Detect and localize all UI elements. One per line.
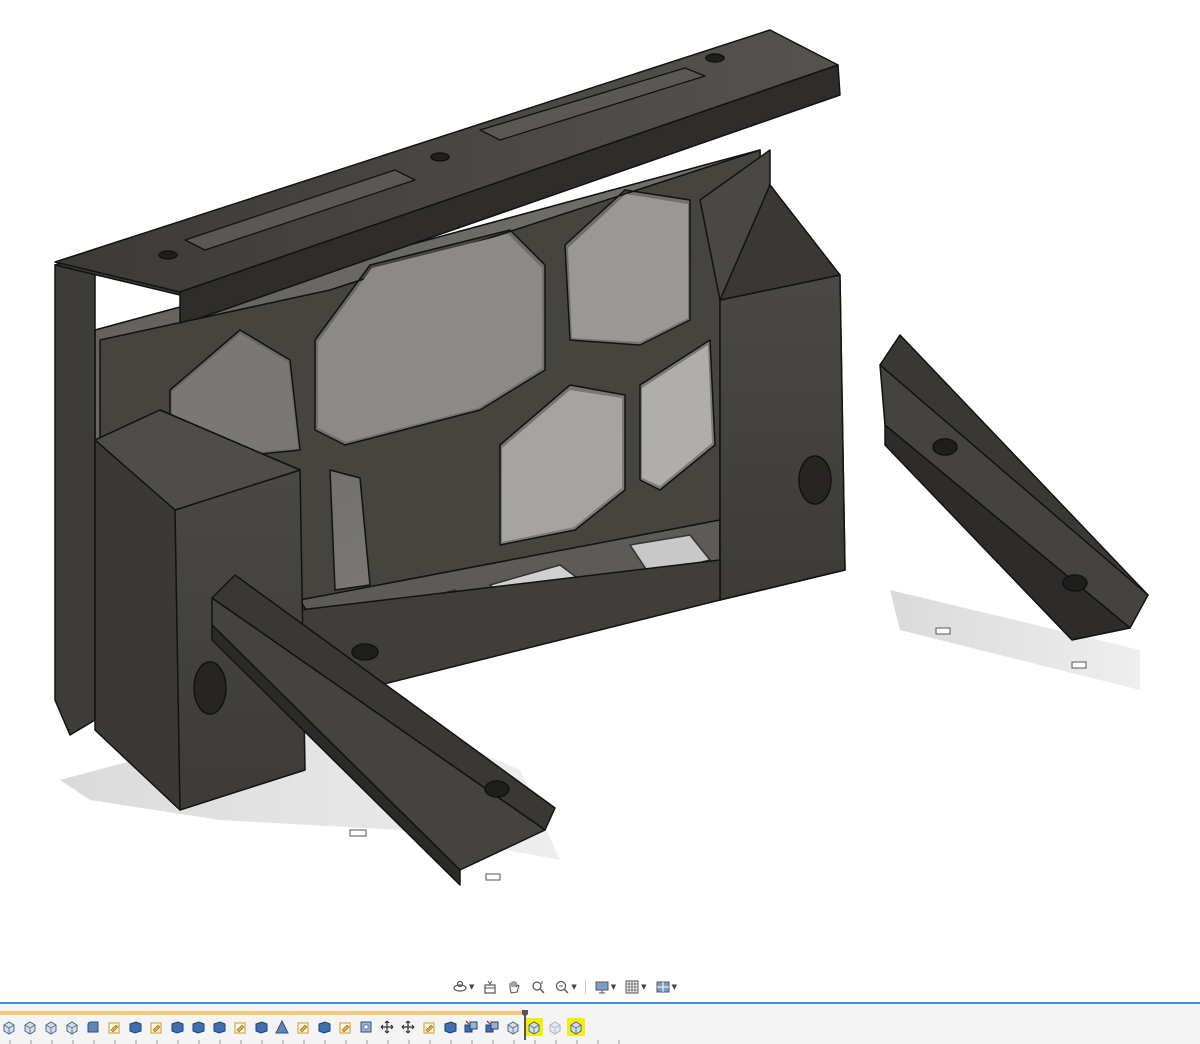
body-icon <box>192 1021 205 1034</box>
extrude-icon <box>45 1021 57 1035</box>
timeline-feature-body[interactable] <box>252 1018 270 1036</box>
sketch-icon <box>339 1022 351 1034</box>
model-canvas[interactable] <box>0 0 1200 970</box>
extrude-icon <box>3 1021 15 1035</box>
move-icon <box>380 1020 394 1034</box>
navigation-bar: ▼ ▼ ▼ ▼ ▼ <box>450 976 679 998</box>
timeline-feature-move[interactable] <box>378 1018 396 1036</box>
grid-icon <box>625 980 639 994</box>
extrude-icon <box>549 1021 561 1035</box>
body-icon <box>255 1021 268 1034</box>
timeline-feature-move[interactable] <box>399 1018 417 1036</box>
extrude-icon <box>570 1021 582 1035</box>
timeline-feature-fillet[interactable] <box>84 1018 102 1036</box>
sketch-icon <box>108 1022 120 1034</box>
pan-hand-icon <box>509 981 521 994</box>
chevron-down-icon[interactable]: ▼ <box>571 983 576 991</box>
timeline-feature-sketch[interactable] <box>420 1018 438 1036</box>
separator <box>584 980 586 994</box>
timeline <box>0 1002 1200 1044</box>
timeline-feature-body[interactable] <box>168 1018 186 1036</box>
timeline-feature-extrude[interactable] <box>546 1018 564 1036</box>
look-at-icon <box>484 980 496 994</box>
timeline-feature-combine[interactable] <box>483 1018 501 1036</box>
timeline-feature-body[interactable] <box>441 1018 459 1036</box>
pan-button[interactable] <box>504 977 524 997</box>
fit-magnifier-icon <box>556 980 569 994</box>
viewports-icon <box>656 981 670 993</box>
body-icon <box>129 1021 142 1034</box>
sketch-icon <box>234 1022 246 1034</box>
body-icon <box>213 1021 226 1034</box>
sketch-icon <box>297 1022 309 1034</box>
fillet-icon <box>87 1021 99 1033</box>
viewports-button[interactable]: ▼ <box>653 977 679 997</box>
display-settings-button[interactable]: ▼ <box>592 977 618 997</box>
timeline-feature-extrude[interactable] <box>42 1018 60 1036</box>
timeline-feature-draft[interactable] <box>273 1018 291 1036</box>
3d-viewport[interactable] <box>0 0 1200 970</box>
timeline-feature-sketch[interactable] <box>231 1018 249 1036</box>
timeline-feature-sketch[interactable] <box>105 1018 123 1036</box>
timeline-feature-sketch[interactable] <box>147 1018 165 1036</box>
timeline-feature-body[interactable] <box>315 1018 333 1036</box>
fan-bracket-body[interactable] <box>54 29 846 811</box>
move-icon <box>401 1020 415 1034</box>
fit-button[interactable]: ▼ <box>552 977 578 997</box>
timeline-ticks <box>9 1040 620 1044</box>
timeline-feature-extrude[interactable] <box>21 1018 39 1036</box>
timeline-feature-extrude[interactable] <box>504 1018 522 1036</box>
zoom-icon <box>532 981 545 994</box>
timeline-track <box>0 1018 585 1036</box>
timeline-feature-body[interactable] <box>189 1018 207 1036</box>
timeline-feature-sketch[interactable] <box>336 1018 354 1036</box>
sketch-icon <box>423 1022 435 1034</box>
extrude-icon <box>66 1021 78 1035</box>
orbit-button[interactable]: ▼ <box>450 977 476 997</box>
body-icon <box>318 1021 331 1034</box>
timeline-progress-rail <box>0 1011 527 1015</box>
body-icon <box>444 1021 457 1034</box>
timeline-feature-extrude[interactable] <box>567 1018 585 1036</box>
orbit-icon <box>453 980 467 992</box>
mounting-bar-right[interactable] <box>879 334 1149 641</box>
grid-snaps-button[interactable]: ▼ <box>622 977 648 997</box>
timeline-feature-body[interactable] <box>210 1018 228 1036</box>
body-icon <box>171 1021 184 1034</box>
timeline-feature-shell[interactable] <box>357 1018 375 1036</box>
timeline-feature-sketch[interactable] <box>294 1018 312 1036</box>
combine-icon <box>485 1020 499 1033</box>
display-settings-icon <box>595 981 609 994</box>
timeline-feature-combine[interactable] <box>462 1018 480 1036</box>
draft-icon <box>275 1019 289 1034</box>
zoom-button[interactable] <box>528 977 548 997</box>
chevron-down-icon[interactable]: ▼ <box>641 983 646 991</box>
sketch-icon <box>150 1022 162 1034</box>
shell-icon <box>360 1021 372 1033</box>
chevron-down-icon[interactable]: ▼ <box>672 983 677 991</box>
timeline-feature-extrude[interactable] <box>0 1018 18 1036</box>
extrude-icon <box>528 1021 540 1035</box>
chevron-down-icon[interactable]: ▼ <box>469 983 474 991</box>
timeline-feature-body[interactable] <box>126 1018 144 1036</box>
look-at-button[interactable] <box>480 977 500 997</box>
chevron-down-icon[interactable]: ▼ <box>611 983 616 991</box>
timeline-marker[interactable] <box>522 1010 528 1040</box>
combine-icon <box>464 1020 478 1033</box>
extrude-icon <box>507 1021 519 1035</box>
timeline-feature-extrude[interactable] <box>63 1018 81 1036</box>
extrude-icon <box>24 1021 36 1035</box>
